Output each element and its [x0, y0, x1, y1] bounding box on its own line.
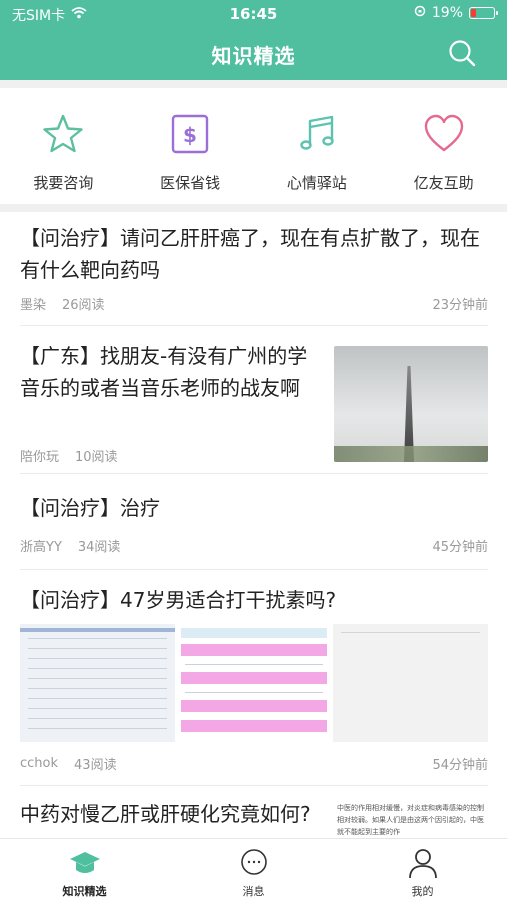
post-meta: 墨染 26阅读 23分钟前: [20, 294, 488, 313]
tab-label: 我的: [411, 885, 434, 898]
quick-action-label: 亿友互助: [413, 174, 474, 192]
post-title: 【问治疗】请问乙肝肝癌了，现在有点扩散了，现在有什么靶向药吗: [20, 226, 480, 282]
quick-action-insurance[interactable]: $ 医保省钱: [127, 90, 254, 204]
tab-messages[interactable]: 消息: [169, 839, 338, 900]
post-time: 54分钟前: [432, 758, 488, 773]
quick-action-label: 心情驿站: [286, 174, 347, 192]
quick-action-support[interactable]: 亿友互助: [380, 90, 507, 204]
tab-knowledge[interactable]: 知识精选: [0, 839, 169, 900]
quick-action-mood[interactable]: 心情驿站: [254, 90, 381, 204]
music-note-icon: [300, 115, 334, 150]
post-time: 45分钟前: [432, 540, 488, 555]
post-image-strip: [20, 624, 489, 742]
quick-action-label: 我要咨询: [33, 174, 94, 192]
tab-label: 消息: [242, 885, 265, 898]
post-card[interactable]: 【问治疗】治疗 浙高YY 34阅读 45分钟前: [20, 492, 488, 570]
tab-bar: 知识精选 消息 我的: [0, 838, 507, 900]
post-title: 【问治疗】治疗: [20, 496, 160, 520]
divider: [0, 80, 507, 88]
user-icon: [408, 849, 437, 879]
post-reads: 43阅读: [74, 758, 117, 773]
battery-percent: 19%: [431, 5, 463, 21]
post-thumbnail: [334, 346, 488, 462]
post-image[interactable]: [176, 624, 332, 742]
post-time: 23分钟前: [432, 298, 488, 313]
post-author: 浙高YY: [20, 540, 62, 555]
post-meta: cchok 43阅读 54分钟前: [20, 754, 488, 773]
dollar-icon: $: [171, 114, 209, 154]
orientation-lock-icon: [414, 5, 426, 21]
divider: [0, 204, 507, 212]
post-meta: 浙高YY 34阅读 45分钟前: [20, 536, 488, 555]
page-title: 知识精选: [211, 44, 296, 68]
quick-action-consult[interactable]: 我要咨询: [0, 90, 127, 204]
chat-bubble-icon: [240, 849, 267, 875]
quick-action-label: 医保省钱: [160, 174, 221, 192]
battery-icon: [469, 7, 498, 19]
post-image[interactable]: [333, 624, 489, 742]
post-card[interactable]: 【广东】找朋友-有没有广州的学音乐的或者当音乐老师的战友啊 陪你玩 10阅读: [20, 340, 488, 474]
nav-bar: 知识精选: [0, 28, 507, 80]
post-card[interactable]: 【问治疗】请问乙肝肝癌了，现在有点扩散了，现在有什么靶向药吗 墨染 26阅读 2…: [20, 222, 488, 326]
post-image[interactable]: [20, 624, 175, 742]
heart-icon: [424, 114, 463, 152]
svg-text:$: $: [183, 123, 197, 147]
quick-actions: 我要咨询 $ 医保省钱 心情驿站 亿友互助: [0, 90, 507, 204]
post-reads: 26阅读: [62, 298, 105, 313]
search-icon[interactable]: [447, 38, 477, 68]
post-author: 墨染: [20, 298, 47, 313]
post-title: 【问治疗】47岁男适合打干扰素吗?: [20, 588, 337, 612]
tab-profile[interactable]: 我的: [338, 839, 507, 900]
post-reads: 34阅读: [77, 540, 121, 555]
post-reads: 10阅读: [75, 450, 118, 465]
post-author: 陪你玩: [20, 450, 60, 465]
post-meta: 陪你玩 10阅读: [20, 446, 118, 465]
status-bar: 无SIM卡 16:45 19%: [0, 0, 507, 28]
post-title: 中药对慢乙肝或肝硬化究竟如何?: [20, 802, 311, 826]
post-title: 【广东】找朋友-有没有广州的学音乐的或者当音乐老师的战友啊: [20, 344, 308, 400]
star-icon: [43, 114, 84, 153]
post-author: cchok: [20, 756, 59, 771]
graduation-cap-icon: [69, 852, 100, 873]
tab-label: 知识精选: [62, 885, 107, 898]
